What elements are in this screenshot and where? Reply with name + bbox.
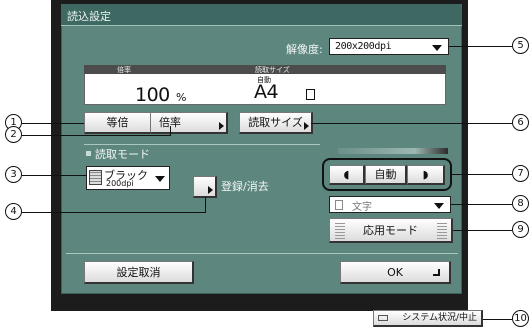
chevron-down-icon: [432, 45, 442, 51]
document-icon: [89, 170, 102, 185]
ratio-header: 倍率: [117, 66, 131, 74]
system-status-label: システム状況/中止: [402, 313, 477, 323]
callout-leader: [22, 123, 84, 124]
cancel-settings-label: 設定取消: [116, 266, 161, 279]
doc-type-icon: [335, 200, 343, 210]
section-divider: [84, 144, 320, 145]
paper-orientation-icon: [306, 89, 315, 100]
ok-button[interactable]: OK: [340, 261, 451, 284]
exposure-auto-label: 自動: [374, 168, 397, 181]
submenu-arrow-icon: [208, 186, 213, 194]
equal-ratio-button[interactable]: 等倍: [84, 112, 152, 134]
read-size-button[interactable]: 読取サイズ: [239, 112, 313, 134]
size-value: A4: [254, 81, 279, 103]
submenu-arrow-icon: [219, 122, 224, 130]
doc-type-select[interactable]: 文字: [329, 196, 451, 213]
chevron-down-icon: [434, 203, 444, 209]
callout-leader: [453, 230, 512, 231]
size-header: 読取サイズ: [255, 66, 290, 74]
callout-leader: [22, 175, 86, 176]
exposure-darker-button[interactable]: ◗: [407, 165, 445, 185]
cancel-settings-button[interactable]: 設定取消: [84, 261, 194, 284]
resolution-label: 解像度:: [286, 43, 323, 56]
ok-label: OK: [387, 266, 403, 279]
exposure-scale: [338, 148, 448, 154]
read-size-label: 読取サイズ: [248, 116, 303, 129]
callout-2: 2: [5, 126, 22, 143]
callout-5: 5: [512, 37, 529, 54]
title-bar: 読込設定: [61, 4, 462, 26]
exposure-auto-button[interactable]: 自動: [365, 165, 407, 185]
pattern-icon: [437, 223, 447, 239]
callout-4: 4: [5, 203, 22, 220]
callout-9: 9: [512, 221, 529, 238]
callout-leader: [22, 135, 170, 136]
read-mode-select[interactable]: ブラック 200dpi: [86, 166, 170, 190]
callout-6: 6: [512, 114, 529, 131]
window-title: 読込設定: [67, 10, 111, 23]
system-status-button[interactable]: システム状況/中止: [373, 310, 483, 327]
register-button[interactable]: [193, 176, 217, 198]
callout-leader: [449, 46, 512, 47]
register-label: 登録/消去: [221, 180, 269, 193]
pattern-icon: [335, 223, 345, 239]
callout-leader: [451, 204, 512, 205]
callout-leader: [22, 212, 206, 213]
callout-leader: [483, 319, 512, 320]
bullet-square-icon: [86, 151, 91, 156]
callout-leader: [452, 174, 512, 175]
ratio-value: 100: [135, 84, 170, 106]
half-moon-dark-icon: ◗: [422, 168, 429, 181]
callout-3: 3: [5, 166, 22, 183]
doc-type-value: 文字: [352, 202, 372, 213]
ratio-unit: %: [176, 91, 187, 104]
application-mode-label: 応用モード: [363, 224, 418, 237]
ratio-button[interactable]: 倍率: [150, 112, 228, 134]
half-moon-light-icon: ◖: [343, 168, 350, 181]
exposure-lighter-button[interactable]: ◖: [329, 165, 365, 185]
callout-leader: [170, 126, 171, 136]
read-mode-title: 読取モード: [95, 148, 150, 161]
callout-leader: [311, 123, 512, 124]
callout-8: 8: [512, 195, 529, 212]
application-mode-button[interactable]: 応用モード: [329, 218, 453, 243]
status-icon: [378, 315, 388, 321]
equal-ratio-label: 等倍: [106, 116, 129, 129]
callout-10: 10: [512, 310, 529, 327]
callout-7: 7: [512, 165, 529, 182]
submenu-arrow-icon: [304, 122, 309, 130]
enter-icon: [433, 269, 440, 276]
resolution-select[interactable]: 200x200dpi: [329, 38, 449, 55]
chevron-down-icon: [155, 176, 165, 182]
callout-leader: [205, 197, 206, 212]
read-mode-value-2: 200dpi: [106, 179, 134, 188]
resolution-value: 200x200dpi: [335, 41, 392, 52]
bottom-divider: [66, 253, 458, 254]
